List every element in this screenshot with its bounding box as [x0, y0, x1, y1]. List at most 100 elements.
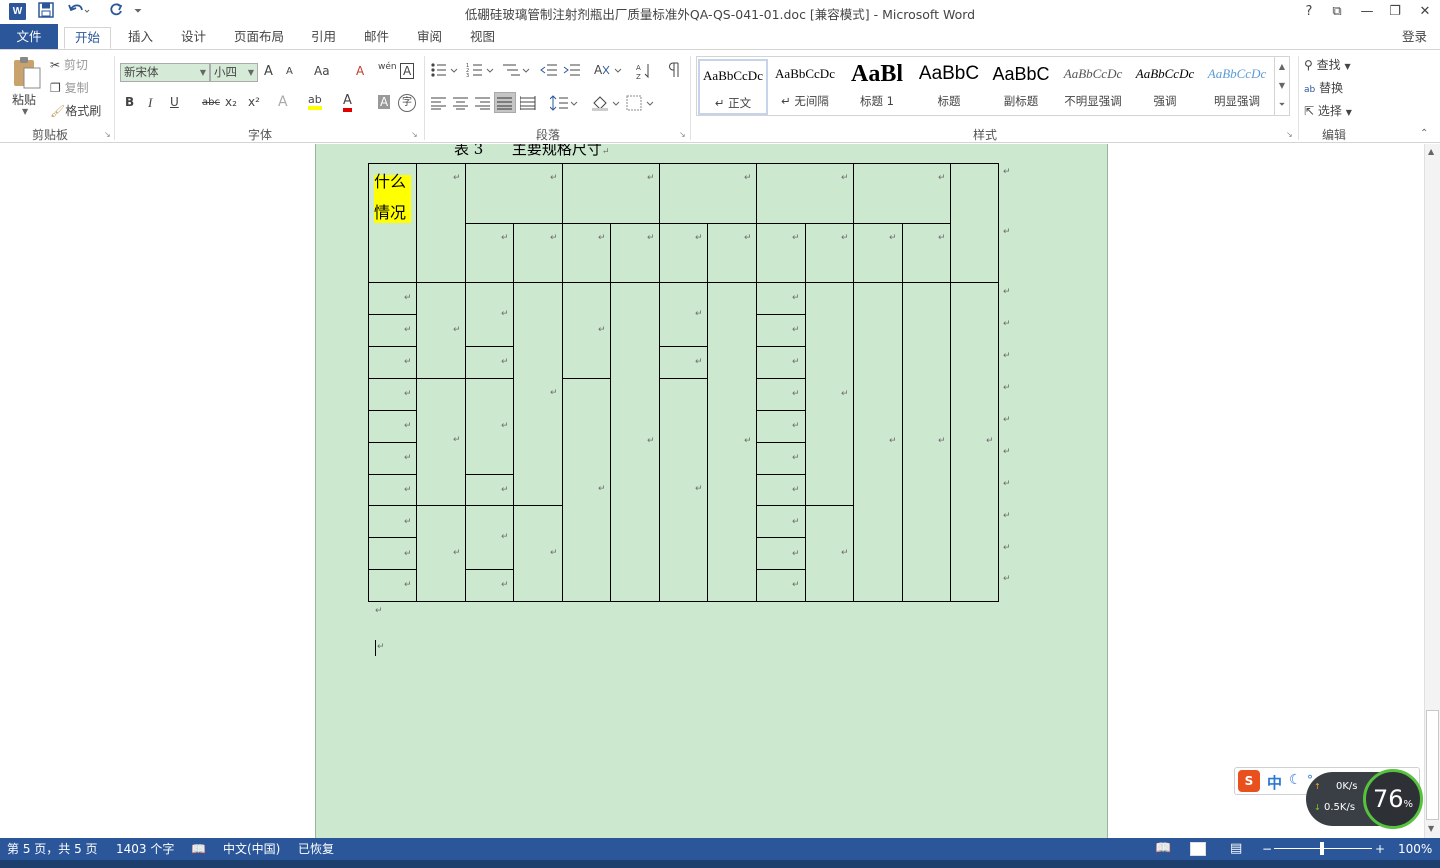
styles-scroll[interactable]: ▲ ▼ ⏷ [1274, 57, 1289, 115]
style-normal[interactable]: AaBbCcDc ↵ 正文 [698, 59, 768, 115]
proofing-icon[interactable]: 📖 [191, 838, 206, 860]
login-link[interactable]: 登录 [1402, 27, 1427, 49]
language-indicator[interactable]: 中文(中国) [223, 838, 280, 860]
sogou-logo-icon[interactable]: S [1238, 770, 1260, 792]
spec-table[interactable]: ↵ ↵ ↵ ↵ ↵ ↵ ↵ ↵ ↵ ↵ ↵ ↵ ↵ ↵ ↵ ↵ ↵ ↵ ↵ ↵ ↵ ↵ ↵ ↵ ↵ ↵ ↵ ↵ ↵ ↵ ↵ ↵ ↵ ↵ ↵ ↵ ↵ ↵ ↵ ↵… [316, 144, 1108, 838]
ribbon-display-options-button[interactable]: ⧉ [1322, 2, 1352, 22]
align-center-icon[interactable] [453, 96, 469, 113]
cut-button[interactable]: ✂ 剪切 [50, 56, 88, 73]
tab-file[interactable]: 文件 [0, 24, 58, 49]
align-right-icon[interactable] [475, 96, 491, 113]
tab-references[interactable]: 引用 [301, 27, 346, 49]
subscript-button[interactable]: x₂ [225, 95, 237, 109]
style-title[interactable]: AaBbC 标题 [914, 59, 984, 115]
cell-end-mark: ↵ [938, 436, 946, 446]
scroll-down-arrow-icon[interactable]: ▼ [1428, 824, 1434, 833]
highlight-color-button[interactable]: ab [308, 93, 322, 110]
justify-button[interactable] [494, 92, 516, 113]
tab-page-layout[interactable]: 页面布局 [224, 27, 294, 49]
replace-button[interactable]: ab 替换 [1304, 79, 1343, 96]
scroll-up-icon[interactable]: ▲ [1275, 57, 1289, 76]
paste-dropdown-icon[interactable]: ▼ [22, 107, 28, 116]
decrease-indent-icon[interactable] [540, 62, 558, 81]
style-emphasis[interactable]: AaBbCcDc 强调 [1130, 59, 1200, 115]
bullets-icon[interactable] [430, 62, 458, 81]
zoom-level[interactable]: 100% [1398, 838, 1432, 860]
shading-icon[interactable] [592, 95, 620, 114]
memory-usage-gauge[interactable]: 76% [1363, 769, 1423, 829]
bold-button[interactable]: B [125, 95, 134, 109]
distributed-icon[interactable] [519, 96, 536, 113]
read-mode-icon[interactable]: 📖 [1155, 838, 1171, 860]
underline-button[interactable]: U [170, 95, 179, 109]
change-case-button[interactable]: Aa [314, 64, 330, 78]
print-layout-icon[interactable] [1190, 842, 1206, 856]
strikethrough-button[interactable]: abc [202, 97, 220, 108]
moon-icon[interactable]: ☾ [1289, 772, 1302, 788]
help-button[interactable]: ? [1294, 2, 1324, 22]
line-spacing-icon[interactable] [549, 95, 578, 114]
font-launcher-icon[interactable]: ↘ [411, 130, 418, 139]
superscript-button[interactable]: x² [248, 95, 260, 109]
word-count[interactable]: 1403 个字 [116, 838, 174, 860]
style-heading-1[interactable]: AaBl 标题 1 [842, 59, 912, 115]
page-count[interactable]: 第 5 页，共 5 页 [7, 838, 98, 860]
document-page[interactable]: 表 3 主要规格尺寸↵ ↵ ↵ ↵ ↵ ↵ ↵ ↵ ↵ ↵ ↵ ↵ ↵ ↵ ↵ … [315, 144, 1108, 838]
chevron-down-icon: ▼ [1344, 62, 1351, 71]
style-subtle-emphasis[interactable]: AaBbCcDc 不明显强调 [1058, 59, 1128, 115]
italic-button[interactable]: I [148, 95, 152, 111]
shrink-font-button[interactable]: A [286, 66, 293, 77]
style-subtitle[interactable]: AaBbC 副标题 [986, 59, 1056, 115]
increase-indent-icon[interactable] [563, 62, 581, 81]
scroll-up-arrow-icon[interactable]: ▲ [1428, 147, 1434, 156]
sort-icon[interactable]: AZ [636, 62, 652, 83]
close-button[interactable]: ✕ [1410, 2, 1440, 22]
find-button[interactable]: ⚲ 查找 ▼ [1304, 56, 1351, 73]
character-border-button[interactable]: A [400, 63, 415, 79]
paste-icon[interactable] [10, 56, 42, 90]
numbering-icon[interactable]: 123 [466, 62, 494, 81]
show-marks-icon[interactable] [668, 62, 682, 81]
vertical-scrollbar[interactable]: ▲ ▼ [1424, 144, 1440, 838]
styles-launcher-icon[interactable]: ↘ [1286, 130, 1293, 139]
scroll-down-icon[interactable]: ▼ [1275, 76, 1289, 95]
font-size-combo[interactable]: 小四 ▼ [210, 63, 258, 82]
paragraph-launcher-icon[interactable]: ↘ [679, 130, 686, 139]
text-effects-button[interactable]: A [278, 94, 288, 110]
font-color-button[interactable]: A [343, 93, 352, 112]
tab-design[interactable]: 设计 [171, 27, 216, 49]
character-shading-button[interactable]: A [378, 95, 391, 109]
format-painter-button[interactable]: 🖌格式刷 [50, 102, 101, 119]
minimize-button[interactable]: — [1352, 2, 1382, 22]
paste-button[interactable]: 粘贴 [12, 91, 36, 108]
borders-icon[interactable] [626, 95, 654, 114]
font-name-combo[interactable]: 新宋体 ▼ [120, 63, 210, 82]
style-intense-emphasis[interactable]: AaBbCcDc 明显强调 [1202, 59, 1272, 115]
align-left-icon[interactable] [431, 96, 447, 113]
phonetic-guide-button[interactable]: wén [378, 62, 397, 72]
zoom-in-button[interactable]: + [1375, 838, 1385, 860]
tab-home[interactable]: 开始 [64, 27, 112, 49]
enclose-characters-button[interactable]: 字 [398, 94, 416, 112]
tab-insert[interactable]: 插入 [118, 27, 163, 49]
clear-format-button[interactable]: A [356, 64, 364, 78]
tab-mailings[interactable]: 邮件 [354, 27, 399, 49]
restore-button[interactable]: ❐ [1380, 2, 1410, 22]
scrollbar-thumb[interactable] [1426, 710, 1439, 820]
zoom-out-button[interactable]: − [1262, 838, 1272, 860]
select-button[interactable]: ⇱ 选择 ▼ [1304, 102, 1352, 119]
clipboard-launcher-icon[interactable]: ↘ [104, 130, 111, 139]
collapse-ribbon-icon[interactable]: ⌃ [1420, 128, 1428, 139]
chinese-layout-icon[interactable]: A [594, 62, 622, 81]
more-styles-icon[interactable]: ⏷ [1275, 95, 1289, 114]
grow-font-button[interactable]: A [264, 64, 273, 79]
tab-review[interactable]: 审阅 [407, 27, 452, 49]
multilevel-list-icon[interactable] [502, 62, 530, 81]
style-no-spacing[interactable]: AaBbCcDc ↵ 无间隔 [770, 59, 840, 115]
web-layout-icon[interactable]: ▤ [1230, 838, 1242, 860]
copy-button[interactable]: ❐ 复制 [50, 79, 89, 96]
ime-language-toggle[interactable]: 中 [1267, 772, 1282, 793]
cell-end-mark: ↵ [598, 325, 606, 335]
zoom-slider-thumb[interactable] [1320, 842, 1324, 855]
tab-view[interactable]: 视图 [460, 27, 505, 49]
